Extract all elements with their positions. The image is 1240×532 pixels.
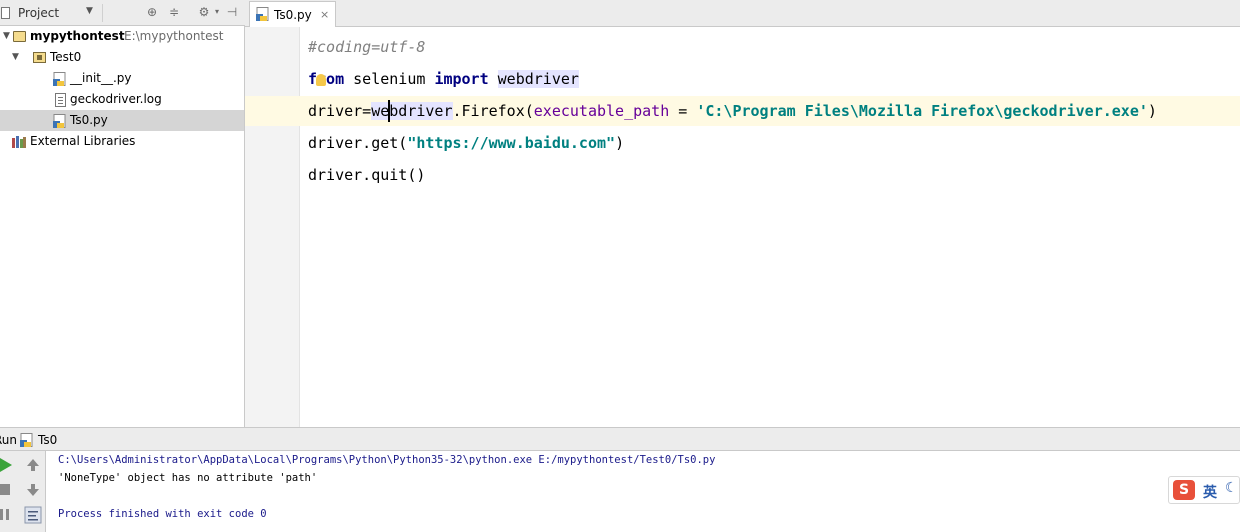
project-view-dropdown-icon[interactable]: ▼ — [86, 6, 93, 16]
stop-icon[interactable] — [0, 481, 16, 499]
code-text: driver.quit() — [308, 166, 426, 184]
scroll-up-icon[interactable] — [24, 456, 42, 474]
identifier-webdriver: webdriver — [497, 70, 579, 88]
python-file-icon — [20, 433, 33, 447]
code-text: ) — [1147, 102, 1157, 120]
code-text: = — [669, 102, 697, 120]
run-config-name[interactable]: Ts0 — [38, 433, 57, 447]
python-file-icon — [53, 114, 66, 128]
close-tab-icon[interactable]: × — [320, 8, 329, 21]
python-file-icon — [256, 7, 269, 21]
module-name: selenium — [344, 70, 435, 88]
tree-item-label: geckodriver.log — [70, 92, 162, 106]
console-error-line: 'NoneType' object has no attribute 'path… — [58, 472, 318, 484]
soft-wrap-icon[interactable] — [24, 506, 42, 524]
libraries-icon — [12, 136, 26, 148]
console-finished-line: Process finished with exit code 0 — [58, 508, 267, 520]
python-file-icon — [53, 72, 66, 86]
console-command-line: C:\Users\Administrator\AppData\Local\Pro… — [58, 454, 716, 466]
sogou-logo-icon: S — [1173, 480, 1195, 500]
run-panel-title: Run — [0, 433, 18, 447]
tree-item-label: __init__.py — [70, 71, 132, 85]
code-line-3[interactable]: driver=webdriver.Firefox(executable_path… — [308, 98, 1157, 124]
tree-item-label: Test0 — [50, 50, 82, 64]
keyword-import: import — [434, 70, 489, 88]
code-line-1[interactable]: #coding=utf-8 — [308, 34, 425, 60]
tree-item-label: External Libraries — [30, 134, 136, 148]
tree-item-ts0-py[interactable]: Ts0.py — [0, 110, 244, 131]
code-text: driver= — [308, 102, 372, 120]
moon-icon[interactable]: ☾ — [1225, 480, 1238, 496]
tree-item-external-libraries[interactable]: External Libraries — [0, 131, 244, 152]
tree-item-init-py[interactable]: __init__.py — [0, 68, 244, 89]
project-view-title[interactable]: Project — [18, 6, 59, 20]
package-icon — [33, 52, 46, 63]
ime-language-label[interactable]: 英 — [1203, 482, 1217, 502]
tree-item-mypythontest[interactable]: ▼ mypythontest E:\mypythontest — [0, 26, 244, 47]
intention-bulb-icon[interactable] — [316, 74, 326, 86]
code-line-2[interactable]: from selenium import webdriver — [308, 66, 579, 92]
code-text: driver.get( — [308, 134, 408, 152]
console-output[interactable]: C:\Users\Administrator\AppData\Local\Pro… — [46, 451, 1240, 532]
identifier-webdriver: webdriver — [371, 102, 453, 120]
collapse-all-icon[interactable]: ≑ — [167, 5, 181, 19]
code-text: .Firefox( — [452, 102, 534, 120]
tree-item-label: mypythontest — [30, 29, 125, 43]
editor-gutter — [245, 27, 300, 427]
text-file-icon — [55, 93, 66, 107]
hide-panel-icon[interactable]: ⊣ — [225, 5, 239, 19]
code-text: ) — [615, 134, 625, 152]
ime-widget[interactable]: S 英 ☾ — [1168, 476, 1240, 504]
keyword-from: from — [308, 70, 345, 88]
scroll-down-icon[interactable] — [24, 481, 42, 499]
code-editor[interactable]: #coding=utf-8 from selenium import webdr… — [300, 27, 1240, 427]
gear-dropdown-icon[interactable]: ▾ — [210, 5, 224, 19]
tree-item-path: E:\mypythontest — [124, 29, 224, 43]
project-panel-header: Project ▼ ⊕ ≑ ⚙ ▾ ⊣ — [0, 0, 245, 26]
folder-icon — [13, 31, 26, 42]
code-line-4[interactable]: driver.get("https://www.baidu.com") — [308, 130, 624, 156]
caret-line-gutter-highlight — [245, 96, 300, 126]
tree-item-label: Ts0.py — [70, 113, 108, 127]
header-divider — [102, 4, 103, 22]
editor-tab-bar: Ts0.py × — [245, 0, 1240, 27]
rerun-icon[interactable] — [0, 456, 16, 474]
run-toolbar — [0, 451, 46, 532]
parameter-name: executable_path — [533, 102, 670, 120]
sync-icon[interactable]: ⊕ — [145, 5, 159, 19]
comment: #coding=utf-8 — [308, 38, 426, 56]
project-view-icon — [1, 7, 10, 19]
text-caret — [388, 100, 390, 122]
string-literal: "https://www.baidu.com" — [407, 134, 616, 152]
project-panel: Project ▼ ⊕ ≑ ⚙ ▾ ⊣ ▼ mypythontest E:\my… — [0, 0, 245, 427]
gear-icon[interactable]: ⚙ — [197, 5, 211, 19]
tree-item-geckodriver-log[interactable]: geckodriver.log — [0, 89, 244, 110]
expand-arrow-icon[interactable]: ▼ — [3, 26, 10, 47]
string-literal: 'C:\Program Files\Mozilla Firefox\geckod… — [696, 102, 1148, 120]
pause-icon[interactable] — [0, 506, 16, 524]
tab-label: Ts0.py — [274, 8, 312, 22]
expand-arrow-icon[interactable]: ▼ — [12, 47, 19, 68]
tab-ts0-py[interactable]: Ts0.py × — [249, 1, 336, 27]
run-panel-header: Run Ts0 — [0, 427, 1240, 451]
code-line-5[interactable]: driver.quit() — [308, 162, 425, 188]
tree-item-test0[interactable]: ▼ Test0 — [0, 47, 244, 68]
